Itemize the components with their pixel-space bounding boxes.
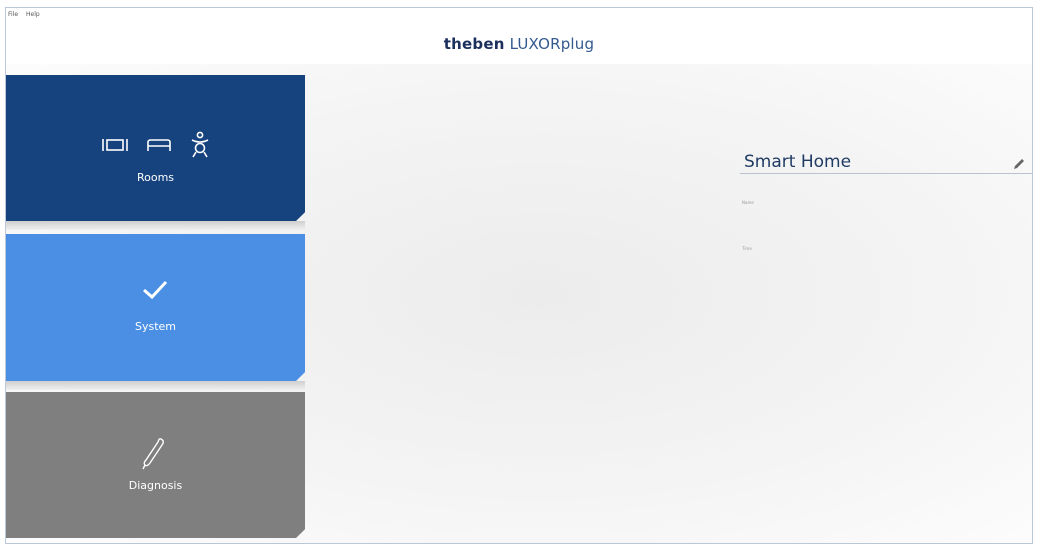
rooms-tile[interactable]: Rooms: [6, 75, 305, 221]
brand-name: theben: [443, 35, 505, 53]
field-time-label: Time: [742, 246, 752, 251]
system-label: System: [134, 320, 177, 333]
panel-divider: [740, 173, 1032, 174]
panel-title: Smart Home: [744, 152, 852, 172]
menu-file[interactable]: File: [8, 11, 18, 23]
checkmark-icon: [142, 280, 168, 304]
rooms-icons: [6, 131, 305, 163]
app-logo: theben LUXORplug: [6, 35, 1032, 53]
menu-help[interactable]: Help: [26, 11, 40, 23]
diagnosis-label: Diagnosis: [128, 479, 183, 492]
tile-divider: [6, 221, 305, 230]
field-name-label: Name: [742, 200, 754, 205]
tv-icon: [101, 137, 128, 157]
probe-icon: [142, 436, 166, 474]
app-window: File Help theben LUXORplug Rooms System …: [5, 7, 1033, 544]
main-area: Rooms System Diagnosis Smart Home Name T…: [6, 64, 1032, 543]
product-name: LUXORplug: [509, 35, 595, 53]
bed-icon: [146, 137, 172, 157]
menu-bar: File Help: [8, 11, 40, 23]
diagnosis-tile[interactable]: Diagnosis: [6, 392, 305, 538]
child-icon: [190, 131, 210, 163]
title-bar: File Help theben LUXORplug: [6, 8, 1032, 64]
system-tile[interactable]: System: [6, 234, 305, 381]
tile-divider: [6, 381, 305, 390]
rooms-label: Rooms: [136, 171, 175, 184]
